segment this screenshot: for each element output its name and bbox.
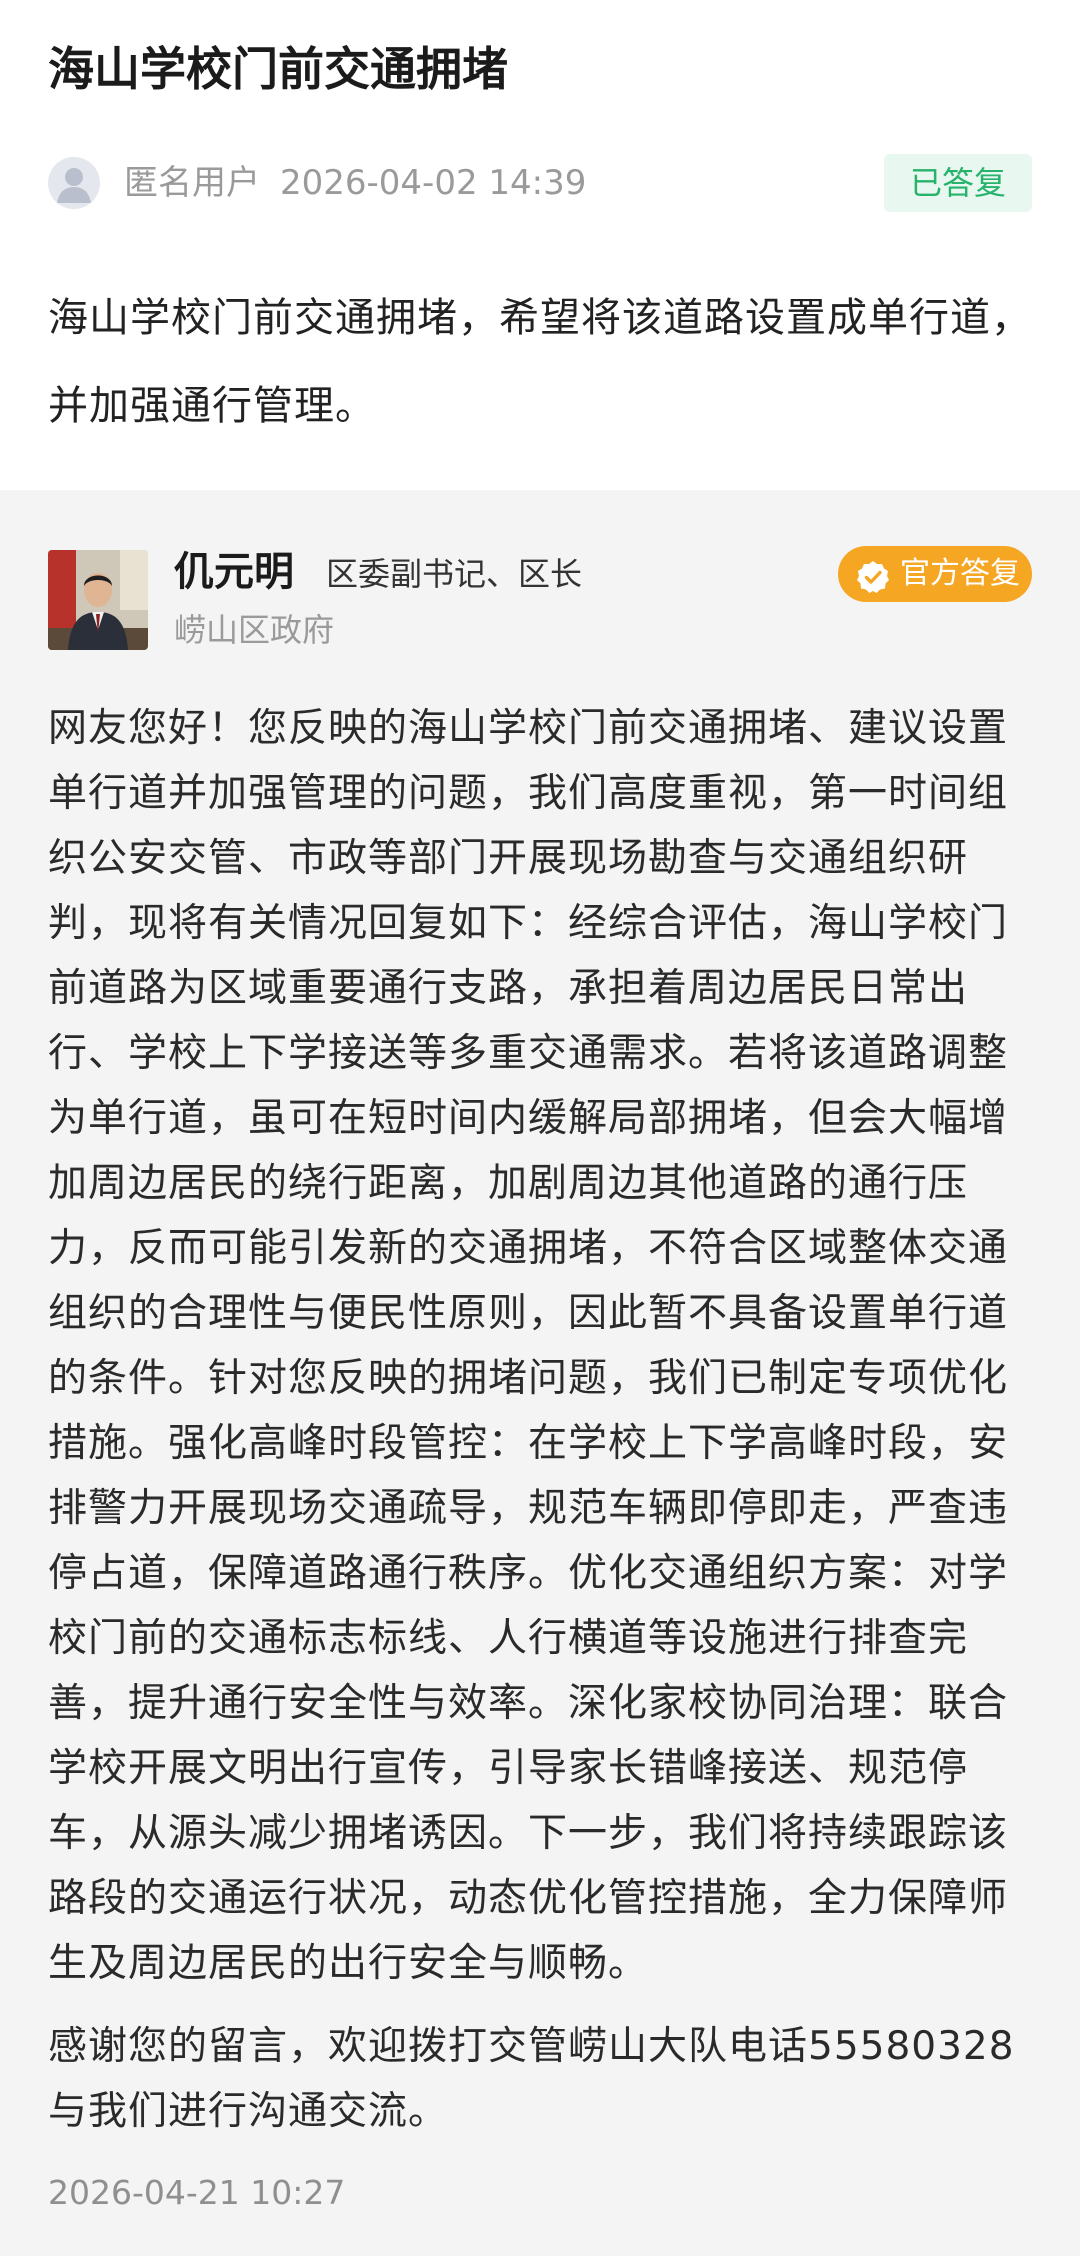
official-reply-badge: 官方答复 (838, 546, 1032, 602)
verified-check-icon (856, 557, 890, 593)
official-organization: 崂山区政府 (174, 611, 335, 649)
page: 海山学校门前交通拥堵 匿名用户 2026-04-02 14:39 已答复 海山学… (0, 0, 1080, 2256)
official-reply-section: 仉元明 区委副书记、区长 崂山区政府 官方答复 网友您好！您反映的海山学校门前交… (0, 490, 1080, 2256)
reply-thanks: 感谢您的留言，欢迎拨打交管崂山大队电话55580328与我们进行沟通交流。 (48, 2024, 1015, 2134)
answered-status-badge: 已答复 (884, 154, 1032, 212)
default-user-avatar-icon[interactable] (48, 157, 100, 209)
reply-time: 2026-04-21 10:27 (48, 2173, 346, 2212)
question-time: 2026-04-02 14:39 (280, 163, 587, 203)
question-meta-row: 匿名用户 2026-04-02 14:39 已答复 (48, 154, 1032, 212)
asker-name: 匿名用户 (124, 163, 260, 203)
official-portrait[interactable] (48, 550, 148, 650)
official-name: 仉元明 (174, 549, 294, 595)
question-title: 海山学校门前交通拥堵 (48, 42, 508, 96)
official-reply-badge-label: 官方答复 (900, 556, 1020, 591)
reply-body: 网友您好！您反映的海山学校门前交通拥堵、建议设置单行道并加强管理的问题，我们高度… (48, 706, 1009, 1986)
question-content: 海山学校门前交通拥堵，希望将该道路设置成单行道，并加强通行管理。 (48, 295, 1032, 429)
question-card: 海山学校门前交通拥堵 匿名用户 2026-04-02 14:39 已答复 海山学… (0, 0, 1080, 490)
official-position: 区委副书记、区长 (326, 555, 583, 593)
